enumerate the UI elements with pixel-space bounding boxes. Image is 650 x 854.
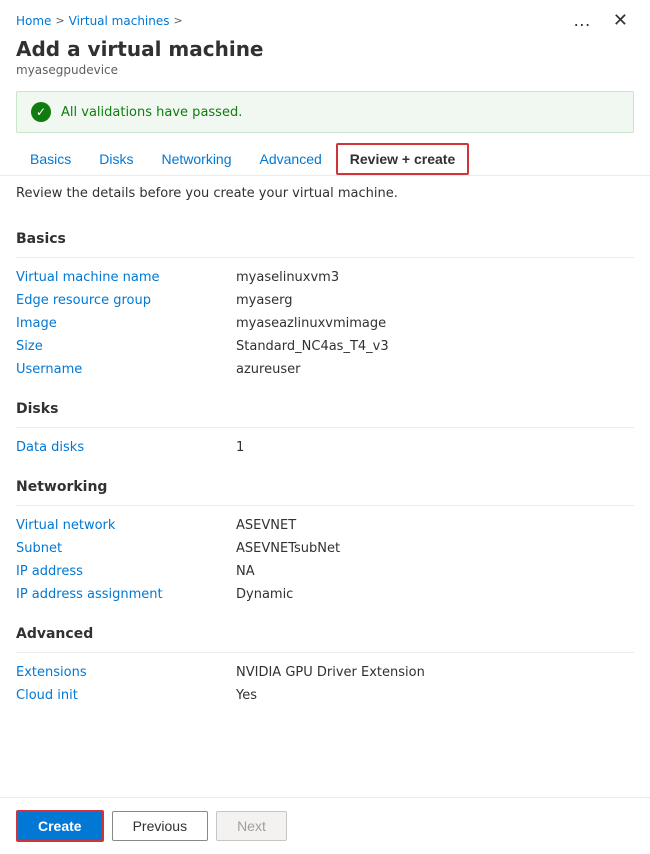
extensions-label: Extensions <box>16 665 236 680</box>
subnet-label: Subnet <box>16 541 236 556</box>
data-disks-label: Data disks <box>16 440 236 455</box>
table-row: Size Standard_NC4as_T4_v3 <box>16 335 634 358</box>
username-label: Username <box>16 362 236 377</box>
breadcrumb-chevron-1: > <box>55 14 64 27</box>
ip-assignment-label: IP address assignment <box>16 587 236 602</box>
table-row: Virtual machine name myaselinuxvm3 <box>16 266 634 289</box>
description: Review the details before you create you… <box>0 176 650 205</box>
tab-disks[interactable]: Disks <box>85 143 147 175</box>
table-row: IP address NA <box>16 560 634 583</box>
next-button: Next <box>216 811 287 841</box>
virtual-network-value: ASEVNET <box>236 518 296 533</box>
table-row: Extensions NVIDIA GPU Driver Extension <box>16 661 634 684</box>
resource-group-value: myaserg <box>236 293 292 308</box>
check-icon: ✓ <box>31 102 51 122</box>
tab-networking[interactable]: Networking <box>147 143 245 175</box>
disks-section-title: Disks <box>16 401 634 417</box>
cloud-init-label: Cloud init <box>16 688 236 703</box>
main-title: Add a virtual machine <box>16 37 634 61</box>
vm-name-value: myaselinuxvm3 <box>236 270 339 285</box>
subnet-value: ASEVNETsubNet <box>236 541 340 556</box>
table-row: Edge resource group myaserg <box>16 289 634 312</box>
validation-banner: ✓ All validations have passed. <box>16 91 634 133</box>
virtual-network-label: Virtual network <box>16 518 236 533</box>
breadcrumb: Home > Virtual machines > <box>16 14 183 28</box>
table-row: IP address assignment Dynamic <box>16 583 634 606</box>
networking-section-title: Networking <box>16 479 634 495</box>
data-disks-value: 1 <box>236 440 244 455</box>
size-label: Size <box>16 339 236 354</box>
tab-review-create[interactable]: Review + create <box>336 143 469 175</box>
table-row: Data disks 1 <box>16 436 634 459</box>
page-title: Add a virtual machine <box>16 37 264 61</box>
table-row: Cloud init Yes <box>16 684 634 707</box>
advanced-section-title: Advanced <box>16 626 634 642</box>
content: Basics Virtual machine name myaselinuxvm… <box>0 205 650 807</box>
validation-message: All validations have passed. <box>61 105 242 120</box>
basics-section: Basics Virtual machine name myaselinuxvm… <box>16 231 634 381</box>
table-row: Subnet ASEVNETsubNet <box>16 537 634 560</box>
disks-section: Disks Data disks 1 <box>16 401 634 459</box>
subtitle: myasegpudevice <box>16 63 634 77</box>
networking-section: Networking Virtual network ASEVNET Subne… <box>16 479 634 606</box>
image-label: Image <box>16 316 236 331</box>
tab-basics[interactable]: Basics <box>16 143 85 175</box>
ip-assignment-value: Dynamic <box>236 587 293 602</box>
ellipsis-button[interactable]: … <box>569 8 595 33</box>
breadcrumb-chevron-2: > <box>174 14 183 27</box>
cloud-init-value: Yes <box>236 688 257 703</box>
breadcrumb-virtual-machines[interactable]: Virtual machines <box>69 14 170 28</box>
ip-address-label: IP address <box>16 564 236 579</box>
disks-divider <box>16 427 634 428</box>
tab-advanced[interactable]: Advanced <box>246 143 336 175</box>
tabs: Basics Disks Networking Advanced Review … <box>0 143 650 176</box>
table-row: Image myaseazlinuxvmimage <box>16 312 634 335</box>
previous-button[interactable]: Previous <box>112 811 208 841</box>
table-row: Username azureuser <box>16 358 634 381</box>
top-bar-right: … ✕ <box>569 8 634 33</box>
breadcrumb-home[interactable]: Home <box>16 14 51 28</box>
networking-divider <box>16 505 634 506</box>
username-value: azureuser <box>236 362 300 377</box>
basics-section-title: Basics <box>16 231 634 247</box>
footer: Create Previous Next <box>0 797 650 854</box>
vm-name-label: Virtual machine name <box>16 270 236 285</box>
table-row: Virtual network ASEVNET <box>16 514 634 537</box>
create-button[interactable]: Create <box>16 810 104 842</box>
close-button[interactable]: ✕ <box>607 8 634 33</box>
ip-address-value: NA <box>236 564 255 579</box>
extensions-value: NVIDIA GPU Driver Extension <box>236 665 425 680</box>
advanced-divider <box>16 652 634 653</box>
advanced-section: Advanced Extensions NVIDIA GPU Driver Ex… <box>16 626 634 707</box>
resource-group-label: Edge resource group <box>16 293 236 308</box>
title-area: Add a virtual machine myasegpudevice <box>0 33 650 81</box>
image-value: myaseazlinuxvmimage <box>236 316 386 331</box>
size-value: Standard_NC4as_T4_v3 <box>236 339 389 354</box>
top-bar: Home > Virtual machines > … ✕ <box>0 0 650 33</box>
basics-divider <box>16 257 634 258</box>
